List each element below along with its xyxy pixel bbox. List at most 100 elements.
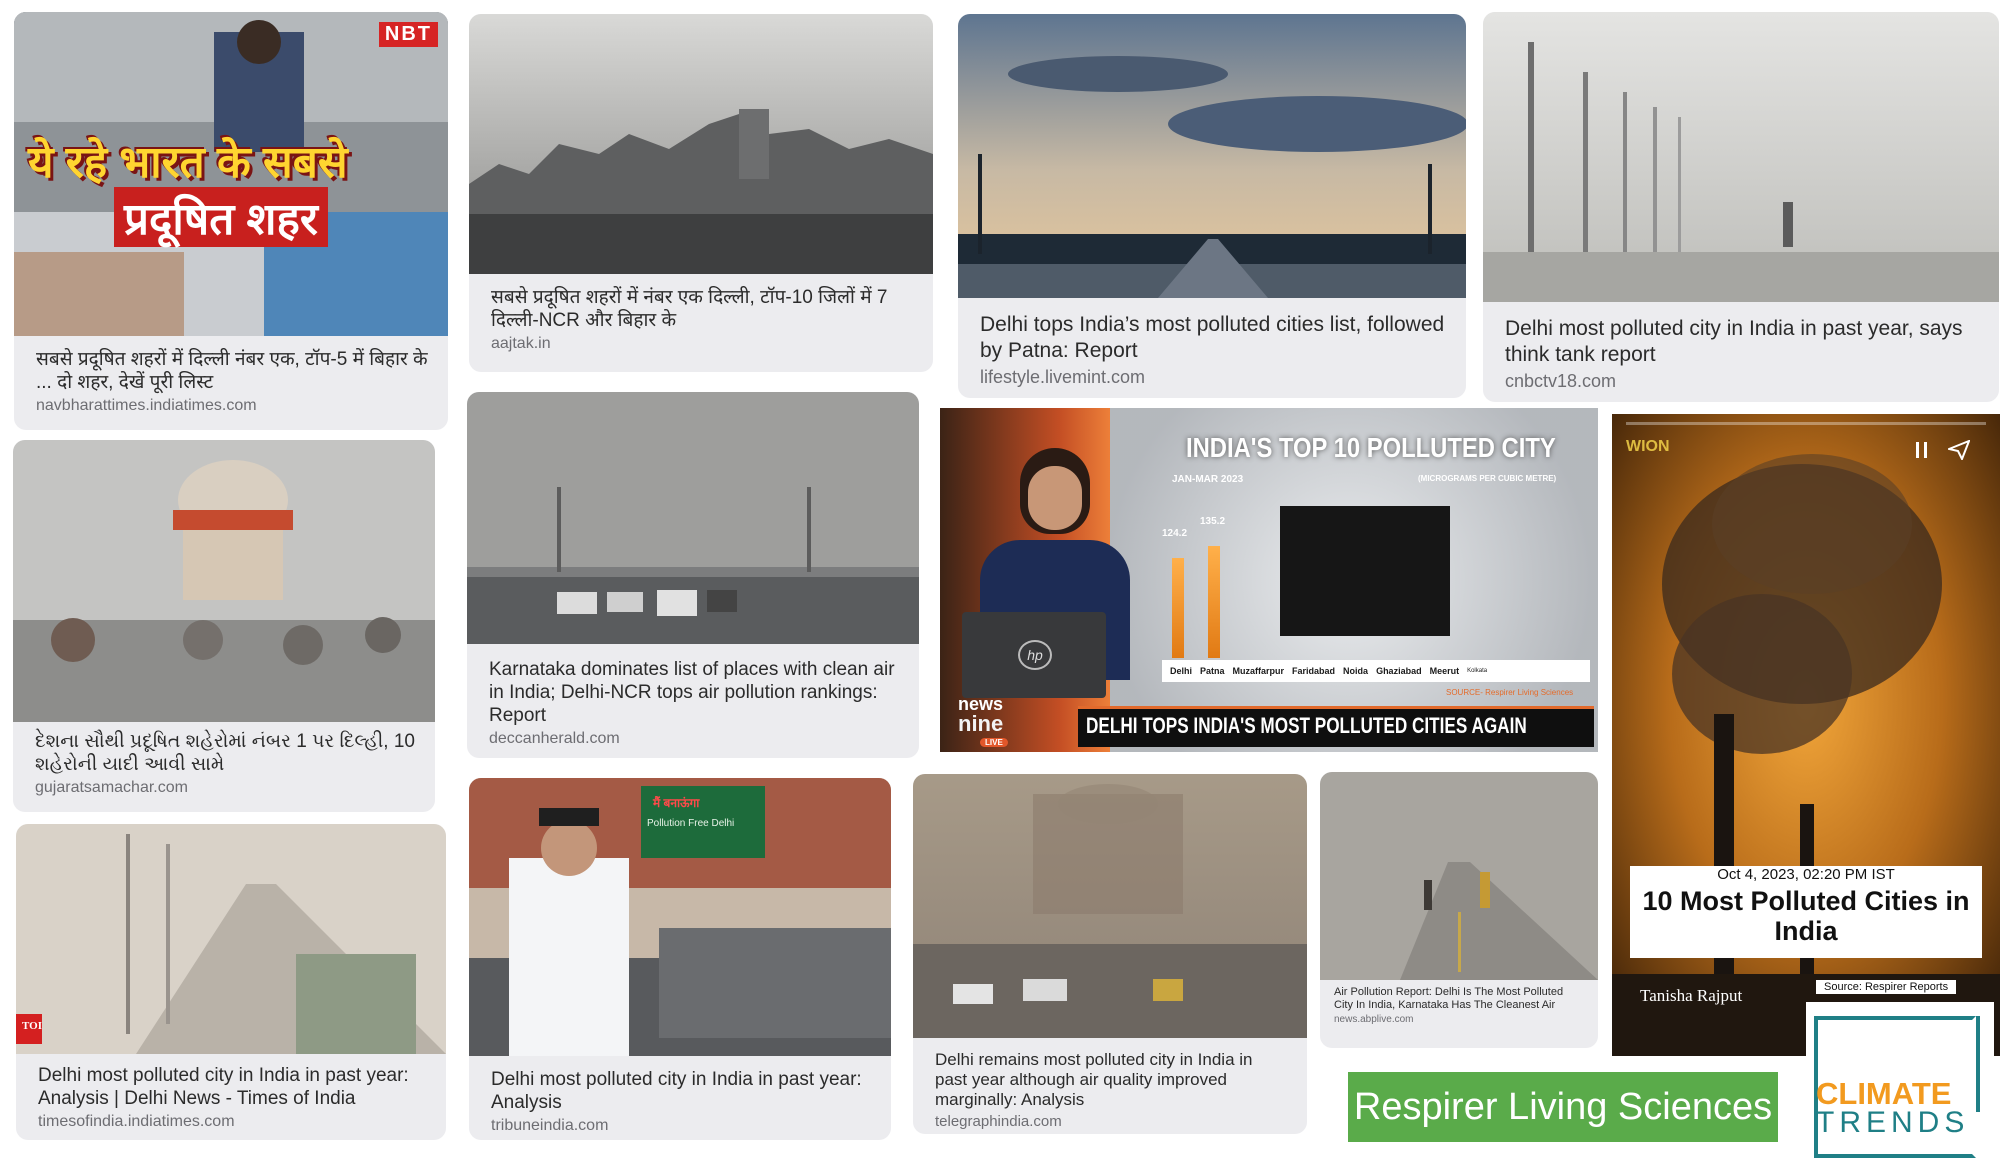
card-caption: Delhi most polluted city in India in pas… <box>38 1064 426 1131</box>
story-author: Tanisha Rajput <box>1640 986 1743 1005</box>
card-title[interactable]: Delhi most polluted city in India in pas… <box>1505 316 1979 368</box>
hazy-skyline-image <box>469 14 933 274</box>
live-badge: LIVE <box>980 738 1008 747</box>
card-caption: Delhi most polluted city in India in pas… <box>491 1068 871 1135</box>
card-image <box>913 774 1307 1038</box>
result-card-aajtak[interactable]: सबसे प्रदूषित शहरों में नंबर एक दिल्ली, … <box>469 14 933 372</box>
result-card-nbt[interactable]: NBT ये रहे भारत के सबसे प्रदूषित शहर सबस… <box>14 12 448 430</box>
card-image: NBT ये रहे भारत के सबसे प्रदूषित शहर <box>14 12 448 336</box>
card-title[interactable]: Delhi tops India’s most polluted cities … <box>980 312 1446 364</box>
card-source[interactable]: aajtak.in <box>491 335 913 353</box>
card-title[interactable]: Delhi remains most polluted city in Indi… <box>935 1050 1281 1110</box>
card-image: मैं बनाऊंगा Pollution Free Delhi <box>469 778 891 1056</box>
result-card-telegraph[interactable]: Delhi remains most polluted city in Indi… <box>913 774 1307 1134</box>
card-source[interactable]: deccanherald.com <box>489 730 899 748</box>
result-card-cnbctv18[interactable]: Delhi most polluted city in India in pas… <box>1483 12 1999 402</box>
logo-frame-right <box>1976 1016 1980 1112</box>
result-card-abplive[interactable]: Air Pollution Report: Delhi Is The Most … <box>1320 772 1598 1048</box>
card-caption: सबसे प्रदूषित शहरों में नंबर एक दिल्ली, … <box>491 286 913 353</box>
card-source[interactable]: timesofindia.indiatimes.com <box>38 1113 426 1131</box>
card-source[interactable]: telegraphindia.com <box>935 1113 1281 1130</box>
story-source: Source: Respirer Reports <box>1816 980 1957 994</box>
tv-chart-source: SOURCE- Respirer Living Sciences <box>1446 688 1574 697</box>
card-title[interactable]: सबसे प्रदूषित शहरों में नंबर एक दिल्ली, … <box>491 286 913 332</box>
smoggy-road-cars-image <box>467 392 919 644</box>
billboard-text-2: Pollution Free Delhi <box>647 818 735 829</box>
card-image <box>1483 12 1999 302</box>
city-label: Ghaziabad <box>1376 666 1422 676</box>
bar-label-patna: 135.2 <box>1200 516 1226 527</box>
respirer-banner: Respirer Living Sciences <box>1348 1072 1778 1142</box>
chart-occluder <box>1280 506 1450 636</box>
city-label: Noida <box>1343 666 1369 676</box>
card-caption: Air Pollution Report: Delhi Is The Most … <box>1334 986 1584 1025</box>
share-icon[interactable] <box>1945 439 1971 462</box>
tv-chart-bars: 124.2 135.2 <box>1160 498 1500 658</box>
bar-delhi <box>1172 558 1184 658</box>
card-title[interactable]: Delhi most polluted city in India in pas… <box>491 1068 871 1114</box>
card-image <box>467 392 919 644</box>
card-image <box>469 14 933 274</box>
card-image <box>1320 772 1598 980</box>
card-caption: Karnataka dominates list of places with … <box>489 658 899 748</box>
laptop: hp <box>962 612 1106 698</box>
card-caption: सबसे प्रदूषित शहरों में दिल्ली नंबर एक, … <box>36 348 428 415</box>
result-card-toi[interactable]: TOI Delhi most polluted city in India in… <box>16 824 446 1140</box>
card-image: TOI <box>16 824 446 1054</box>
tv-city-axis: Delhi Patna Muzaffarpur Faridabad Noida … <box>1162 660 1590 682</box>
news9-logo-line2: nine <box>958 711 1004 736</box>
trends-text: TRENDS <box>1816 1106 1970 1139</box>
tv-chart-unit: (MICROGRAMS PER CUBIC METRE) <box>1418 474 1557 483</box>
card-caption: Delhi tops India’s most polluted cities … <box>980 312 1446 388</box>
tv-news-frame[interactable]: hp INDIA'S TOP 10 POLLUTED CITY JAN-MAR … <box>940 408 1598 752</box>
card-image <box>958 14 1466 298</box>
card-title[interactable]: Air Pollution Report: Delhi Is The Most … <box>1334 986 1584 1012</box>
supreme-court-smog-image <box>13 440 435 722</box>
bar-patna <box>1208 546 1220 658</box>
pause-icon[interactable] <box>1916 442 1928 458</box>
respirer-label: Respirer Living Sciences <box>1353 1086 1773 1128</box>
wion-logo: WION <box>1626 438 1670 455</box>
smoke-stack-image <box>1612 414 2000 1056</box>
india-gate-smog-image <box>913 774 1307 1038</box>
result-card-deccanherald[interactable]: Karnataka dominates list of places with … <box>467 392 919 758</box>
card-source[interactable]: cnbctv18.com <box>1505 371 1979 392</box>
story-date-on-box: Oct 4, 2023, 02:20 PM IST <box>1717 866 1895 883</box>
card-source[interactable]: gujaratsamachar.com <box>35 779 415 797</box>
card-source[interactable]: news.abplive.com <box>1334 1014 1584 1025</box>
city-label: Faridabad <box>1292 666 1336 676</box>
result-card-tribune[interactable]: मैं बनाऊंगा Pollution Free Delhi Delhi m… <box>469 778 891 1140</box>
wion-story[interactable]: WION Oct 4, 2023, 02:20 PM IST Oct 4, 20… <box>1612 414 2000 1056</box>
result-card-livemint[interactable]: Delhi tops India’s most polluted cities … <box>958 14 1466 398</box>
overlay-headline-2: प्रदूषित शहर <box>114 187 328 247</box>
rajpath-sunset-image <box>958 14 1466 298</box>
card-caption: Delhi remains most polluted city in Indi… <box>935 1050 1281 1130</box>
card-source[interactable]: tribuneindia.com <box>491 1117 871 1135</box>
foggy-road-pedestrians-image <box>1320 772 1598 980</box>
toi-badge: TOI <box>22 1020 42 1032</box>
nbt-badge: NBT <box>378 22 438 47</box>
foggy-lampposts-image <box>1483 12 1999 302</box>
city-label: Patna <box>1200 666 1225 676</box>
card-caption: Delhi most polluted city in India in pas… <box>1505 316 1979 392</box>
city-label: Kolkata <box>1467 668 1488 674</box>
card-caption: દેશના સૌથી પ્રદૂષિત શહેરોમાં નંબર 1 પર દ… <box>35 730 415 797</box>
bar-label-delhi: 124.2 <box>1162 528 1188 539</box>
card-title[interactable]: सबसे प्रदूषित शहरों में दिल्ली नंबर एक, … <box>36 348 428 394</box>
card-title[interactable]: દેશના સૌથી પ્રદૂષિત શહેરોમાં નંબર 1 પર દ… <box>35 730 415 776</box>
result-card-gujaratsamachar[interactable]: દેશના સૌથી પ્રદૂષિત શહેરોમાં નંબર 1 પર દ… <box>13 440 435 812</box>
laptop-logo: hp <box>1018 640 1052 670</box>
billboard-text-1: मैं बनाऊंगा <box>653 796 700 810</box>
card-source[interactable]: navbharattimes.indiatimes.com <box>36 397 428 415</box>
tv-chart-headline: INDIA'S TOP 10 POLLUTED CITY <box>1186 432 1556 463</box>
card-title[interactable]: Karnataka dominates list of places with … <box>489 658 899 727</box>
card-source[interactable]: lifestyle.livemint.com <box>980 367 1446 388</box>
city-label: Muzaffarpur <box>1232 666 1285 676</box>
tv-chart-period: JAN-MAR 2023 <box>1172 474 1244 485</box>
smoggy-highway-image <box>16 824 446 1054</box>
city-label: Meerut <box>1429 666 1460 676</box>
overlay-headline-1: ये रहे भारत के सबसे <box>28 138 348 187</box>
card-title[interactable]: Delhi most polluted city in India in pas… <box>38 1064 426 1110</box>
city-label: Delhi <box>1170 666 1193 676</box>
card-image <box>13 440 435 722</box>
